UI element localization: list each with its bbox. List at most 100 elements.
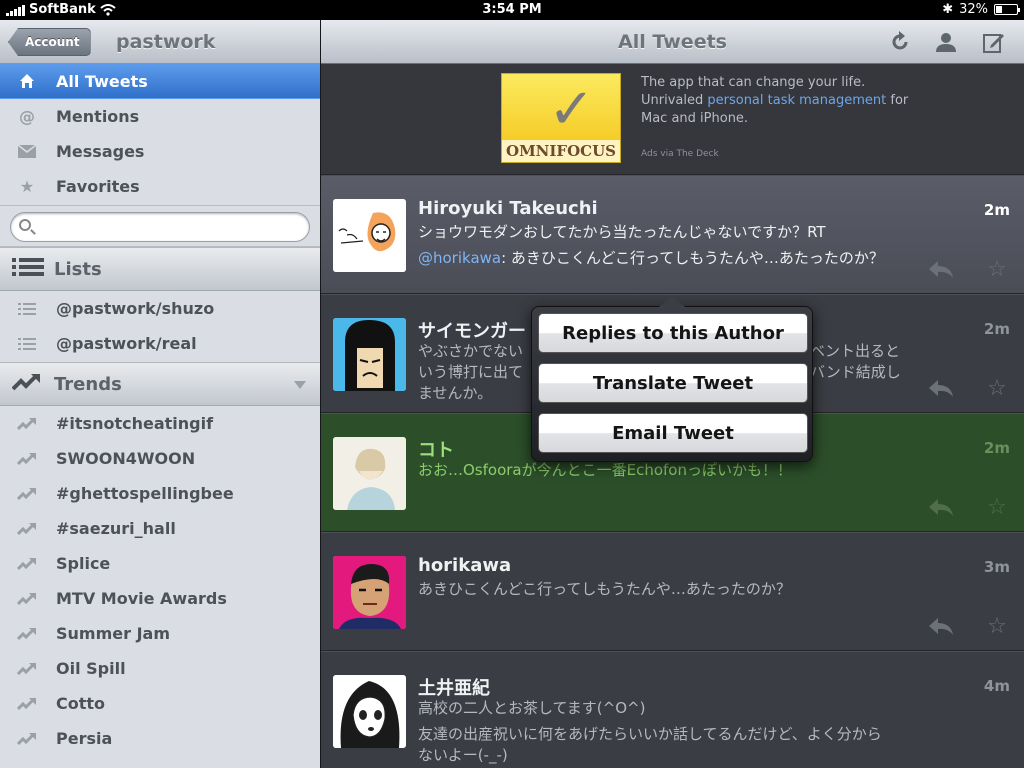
sidebar-navbar: Account pastwork [0,20,320,64]
trend-icon [16,627,38,641]
tweet-author[interactable]: サイモンガー [418,317,526,343]
trend-item[interactable]: SWOON4WOON [0,441,320,476]
refresh-icon[interactable] [886,28,914,56]
sidebar-item-messages[interactable]: Messages [0,134,320,169]
trend-item[interactable]: #ghettospellingbee [0,476,320,511]
ad-banner[interactable]: ✓ OMNIFOCUS The app that can change your… [321,64,1024,175]
tweet-row[interactable]: Hiroyuki Takeuchi 2m ショウワモダンおしてたから当たったんじ… [321,175,1024,294]
sidebar-item-all-tweets[interactable]: All Tweets [0,64,320,99]
reply-icon[interactable] [928,256,954,282]
list-item-label: @pastwork/shuzo [56,299,215,318]
trends-header-label: Trends [54,373,122,395]
tweet-time: 4m [983,677,1010,695]
home-icon [16,73,38,89]
star-icon: ★ [19,176,35,196]
status-right: ✱ 32% [942,2,1020,17]
ad-line: The app that can change your life. [641,75,866,90]
trend-label: #saezuri_hall [56,519,176,538]
lists-header-label: Lists [54,258,102,280]
trend-icon [16,662,38,676]
search-box[interactable] [10,212,310,242]
tweet-author[interactable]: Hiroyuki Takeuchi [418,198,598,219]
translate-tweet-button[interactable]: Translate Tweet [538,363,808,403]
person-icon[interactable] [932,28,960,56]
tweet-actions: ☆ [928,256,1010,282]
sidebar: Account pastwork All Tweets @ Mentions M… [0,20,320,768]
trends-header[interactable]: Trends [0,362,320,406]
star-icon[interactable]: ☆ [984,613,1010,639]
trend-item[interactable]: Cotto [0,686,320,721]
battery-icon [994,4,1020,15]
tweet-time: 2m [983,201,1010,219]
reply-icon[interactable] [928,613,954,639]
tweet-row[interactable]: 土井亜紀 4m 高校の二人とお茶してます(^O^) 友達の出産祝いに何をあげたら… [321,651,1024,768]
ad-line: Mac and iPhone. [641,111,749,126]
tweet-line: ショウワモダンおしてたから当たったんじゃないですか？RT [418,223,826,241]
avatar[interactable] [333,556,406,629]
trend-item[interactable]: Splice [0,546,320,581]
avatar[interactable] [333,675,406,748]
avatar[interactable] [333,318,406,391]
mention-link[interactable]: @horikawa [418,249,501,267]
tweet-actions: ☆ [928,613,1010,639]
tweet-author[interactable]: コト [418,436,454,462]
search-bar [0,205,320,247]
sidebar-item-mentions[interactable]: @ Mentions [0,99,320,134]
status-bar: SoftBank 3:54 PM ✱ 32% [0,0,1024,20]
tweet-text: : あきひこくんどこ行ってしもうたんや…あたったのか？ [501,249,884,267]
trends-list: #itsnotcheatingif SWOON4WOON #ghettospelli… [0,406,320,756]
reply-icon[interactable] [928,375,954,401]
avatar[interactable] [333,437,406,510]
list-icon [16,337,38,350]
star-icon[interactable]: ☆ [984,256,1010,282]
trend-item[interactable]: #itsnotcheatingif [0,406,320,441]
tweet-body: 高校の二人とお茶してます(^O^) 友達の出産祝いに何をあげたらいいか話してるん… [418,698,928,766]
sidebar-item-label: Messages [56,141,145,161]
trend-item[interactable]: #saezuri_hall [0,511,320,546]
trend-icon [16,592,38,606]
tweet-line: 高校の二人とお茶してます(^O^) [418,699,646,717]
star-icon[interactable]: ☆ [984,494,1010,520]
ad-copy: The app that can change your life. Unriv… [641,74,911,128]
trend-item[interactable]: Persia [0,721,320,756]
trend-item[interactable]: MTV Movie Awards [0,581,320,616]
replies-to-author-button[interactable]: Replies to this Author [538,313,808,353]
tweet-line: ないよー(-_-) [418,746,508,764]
sidebar-title: pastwork [116,31,216,53]
sidebar-item-label: Mentions [56,106,140,126]
search-input[interactable] [37,217,297,237]
star-icon[interactable]: ☆ [984,375,1010,401]
trend-icon [11,372,44,397]
popover-arrow [658,295,686,308]
list-item[interactable]: @pastwork/shuzo [0,291,320,326]
tweet-author[interactable]: horikawa [418,555,511,576]
omnifocus-logo: ✓ OMNIFOCUS [501,73,621,163]
battery-fill [996,6,1002,13]
reply-icon[interactable] [928,494,954,520]
envelope-icon [16,144,38,158]
trend-item[interactable]: Summer Jam [0,616,320,651]
trend-item[interactable]: Oil Spill [0,651,320,686]
trend-icon [16,452,38,466]
ad-line: Unrivaled personal task management for [641,92,911,110]
lists-header[interactable]: Lists [0,247,320,291]
account-back-button[interactable]: Account [8,28,91,56]
sidebar-item-label: Favorites [56,176,140,196]
list-item[interactable]: @pastwork/real [0,326,320,361]
trend-label: Persia [56,729,113,748]
sidebar-item-favorites[interactable]: ★ Favorites [0,169,320,204]
tweet-author[interactable]: 土井亜紀 [418,674,490,700]
checkmark-icon: ✓ [548,77,595,142]
tweet-line: 友達の出産祝いに何をあげたらいいか話してるんだけど、よく分から [418,725,882,743]
compose-icon[interactable] [980,28,1008,56]
trend-label: Oil Spill [56,659,126,678]
list-item-label: @pastwork/real [56,334,197,353]
email-tweet-button[interactable]: Email Tweet [538,413,808,453]
tweet-row[interactable]: horikawa 3m あきひこくんどこ行ってしもうたんや…あたったのか？ ☆ [321,532,1024,651]
chevron-down-icon[interactable] [294,381,306,389]
avatar[interactable] [333,199,406,272]
ad-link[interactable]: personal task management [707,93,886,108]
tweet-text: バンド結成し [810,363,901,381]
ad-attribution[interactable]: Ads via The Deck [641,149,719,159]
trend-label: Splice [56,554,111,573]
